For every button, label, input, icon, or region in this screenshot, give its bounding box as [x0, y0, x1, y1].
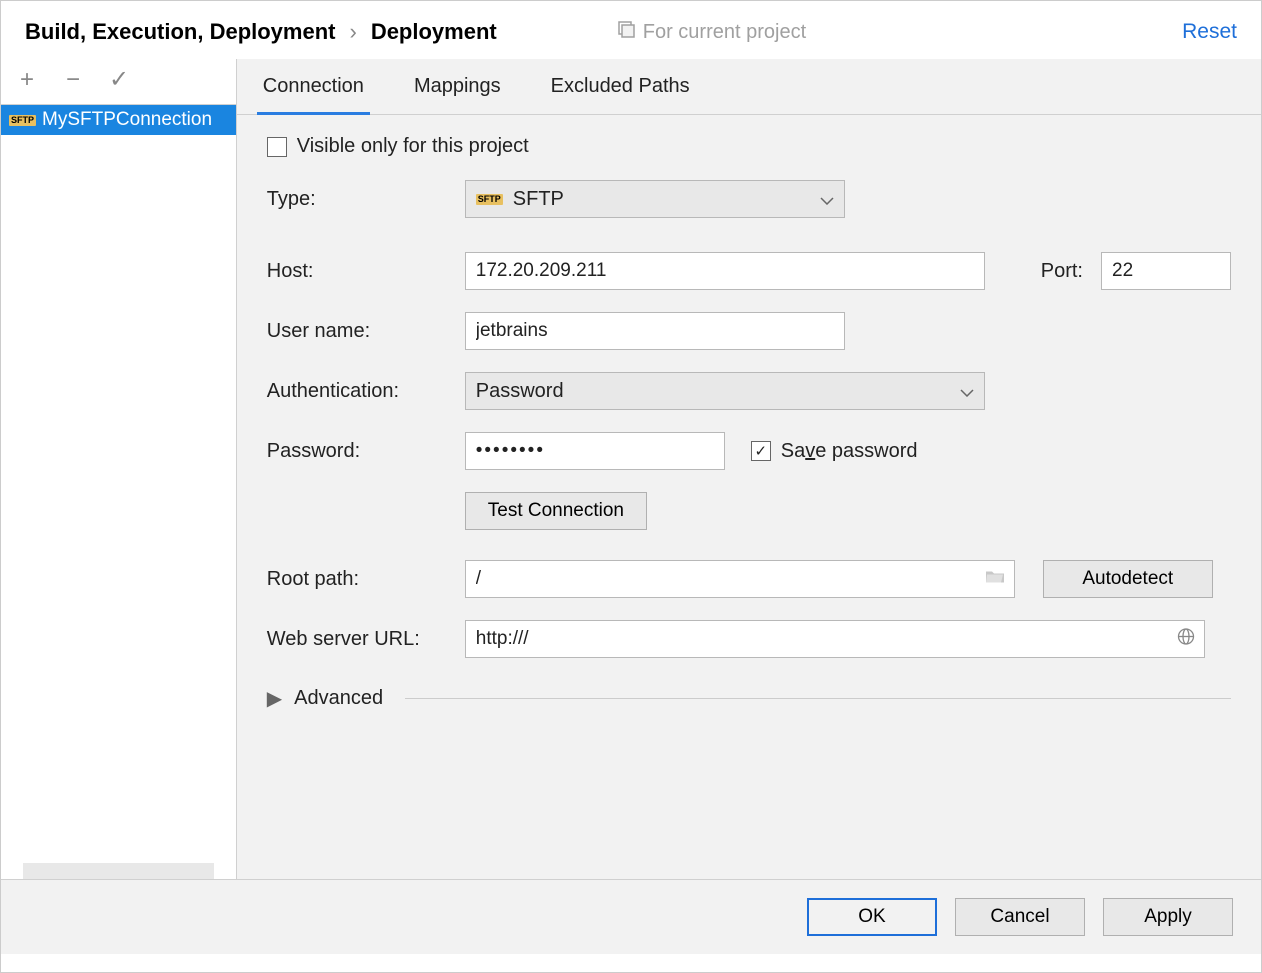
save-password-label: Save password — [781, 440, 918, 463]
web-url-label: Web server URL: — [267, 628, 447, 651]
port-input[interactable] — [1101, 252, 1231, 290]
root-path-label: Root path: — [267, 568, 447, 591]
breadcrumb-current: Deployment — [371, 19, 497, 45]
sidebar-scrollbar[interactable] — [23, 863, 214, 879]
divider — [405, 698, 1231, 699]
breadcrumb-parent[interactable]: Build, Execution, Deployment — [25, 19, 335, 45]
chevron-down-icon — [820, 188, 834, 211]
dialog-footer: OK Cancel Apply — [1, 879, 1261, 954]
triangle-right-icon: ▶ — [267, 686, 282, 711]
checkbox-checked-icon: ✓ — [751, 441, 771, 461]
tab-mappings[interactable]: Mappings — [408, 71, 507, 114]
web-url-input[interactable] — [465, 620, 1205, 658]
type-value: SFTP — [513, 188, 564, 211]
apply-button[interactable]: Apply — [1103, 898, 1233, 936]
test-connection-button[interactable]: Test Connection — [465, 492, 647, 530]
project-scope-icon — [617, 20, 635, 44]
visible-only-checkbox[interactable]: Visible only for this project — [267, 135, 529, 158]
breadcrumb: Build, Execution, Deployment › Deploymen… — [25, 19, 497, 45]
reset-link[interactable]: Reset — [1182, 20, 1237, 44]
sidebar-item-label: MySFTPConnection — [42, 109, 212, 131]
globe-icon[interactable] — [1177, 628, 1195, 651]
add-icon[interactable]: + — [15, 65, 39, 94]
cancel-button[interactable]: Cancel — [955, 898, 1085, 936]
main-panel: Connection Mappings Excluded Paths Visib… — [237, 59, 1261, 879]
remove-icon[interactable]: − — [61, 65, 85, 94]
password-input[interactable] — [465, 432, 725, 470]
visible-only-label: Visible only for this project — [297, 135, 529, 158]
save-password-checkbox[interactable]: ✓ Save password — [751, 440, 918, 463]
folder-icon[interactable] — [985, 569, 1005, 590]
sftp-icon: SFTP — [476, 194, 503, 205]
check-icon[interactable]: ✓ — [107, 65, 131, 94]
ok-button[interactable]: OK — [807, 898, 937, 936]
advanced-section-toggle[interactable]: ▶ Advanced — [267, 686, 1231, 711]
username-input[interactable] — [465, 312, 845, 350]
checkbox-icon — [267, 137, 287, 157]
scope-hint: For current project — [617, 20, 806, 44]
auth-label: Authentication: — [267, 380, 447, 403]
tabs: Connection Mappings Excluded Paths — [237, 59, 1261, 115]
chevron-right-icon: › — [349, 19, 356, 45]
host-input[interactable] — [465, 252, 985, 290]
tab-connection[interactable]: Connection — [257, 71, 370, 115]
sidebar-item-mysftp[interactable]: SFTP MySFTPConnection — [1, 105, 236, 135]
connection-form: Visible only for this project Type: SFTP… — [237, 115, 1261, 731]
type-label: Type: — [267, 188, 447, 211]
port-label: Port: — [1041, 260, 1083, 283]
type-dropdown[interactable]: SFTP SFTP — [465, 180, 845, 218]
password-label: Password: — [267, 440, 447, 463]
sftp-icon: SFTP — [9, 115, 36, 126]
auth-value: Password — [476, 380, 564, 403]
settings-header: Build, Execution, Deployment › Deploymen… — [1, 1, 1261, 59]
autodetect-button[interactable]: Autodetect — [1043, 560, 1213, 598]
sidebar-toolbar: + − ✓ — [1, 59, 236, 105]
chevron-down-icon — [960, 380, 974, 403]
deployment-sidebar: + − ✓ SFTP MySFTPConnection — [1, 59, 237, 879]
tab-excluded-paths[interactable]: Excluded Paths — [545, 71, 696, 114]
auth-dropdown[interactable]: Password — [465, 372, 985, 410]
host-label: Host: — [267, 260, 447, 283]
username-label: User name: — [267, 320, 447, 343]
root-path-input[interactable] — [465, 560, 1015, 598]
